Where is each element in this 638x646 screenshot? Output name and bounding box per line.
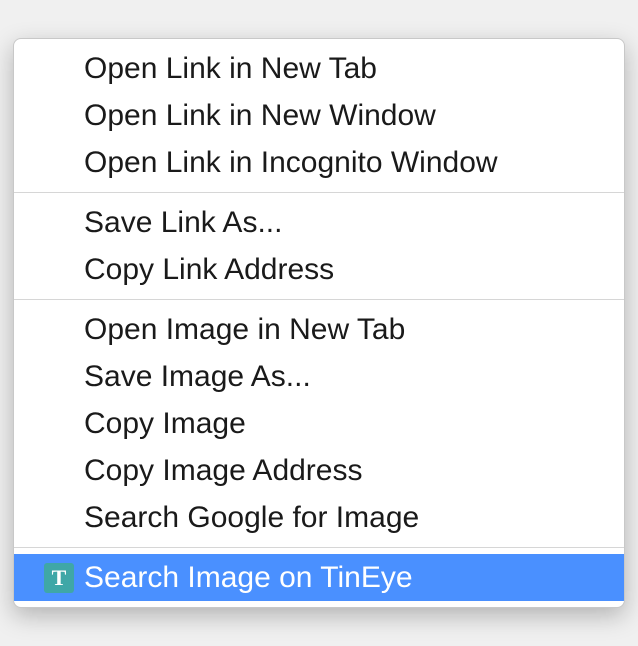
- menu-item-label: Copy Link Address: [84, 255, 334, 285]
- menu-item-open-link-new-tab[interactable]: Open Link in New Tab: [14, 45, 624, 92]
- menu-item-open-link-incognito-window[interactable]: Open Link in Incognito Window: [14, 139, 624, 186]
- menu-item-label: Copy Image: [84, 409, 246, 439]
- menu-item-open-image-new-tab[interactable]: Open Image in New Tab: [14, 306, 624, 353]
- menu-separator: [14, 192, 624, 193]
- menu-item-save-link-as[interactable]: Save Link As...: [14, 199, 624, 246]
- menu-item-label: Open Link in Incognito Window: [84, 148, 498, 178]
- menu-item-label: Save Link As...: [84, 208, 282, 238]
- tineye-icon-letter: T: [44, 563, 74, 593]
- menu-item-search-google-image[interactable]: Search Google for Image: [14, 494, 624, 541]
- menu-item-label: Open Link in New Window: [84, 101, 436, 131]
- menu-item-copy-link-address[interactable]: Copy Link Address: [14, 246, 624, 293]
- menu-item-copy-image[interactable]: Copy Image: [14, 400, 624, 447]
- menu-separator: [14, 547, 624, 548]
- menu-item-open-link-new-window[interactable]: Open Link in New Window: [14, 92, 624, 139]
- menu-item-copy-image-address[interactable]: Copy Image Address: [14, 447, 624, 494]
- menu-item-label: Open Link in New Tab: [84, 54, 377, 84]
- menu-item-search-tineye[interactable]: T Search Image on TinEye: [14, 554, 624, 601]
- context-menu: Open Link in New Tab Open Link in New Wi…: [13, 38, 625, 608]
- menu-item-label: Search Google for Image: [84, 503, 419, 533]
- menu-item-save-image-as[interactable]: Save Image As...: [14, 353, 624, 400]
- tineye-icon: T: [44, 563, 74, 593]
- menu-separator: [14, 299, 624, 300]
- menu-item-label: Search Image on TinEye: [84, 563, 413, 593]
- menu-item-label: Save Image As...: [84, 362, 311, 392]
- menu-item-label: Open Image in New Tab: [84, 315, 405, 345]
- menu-item-label: Copy Image Address: [84, 456, 362, 486]
